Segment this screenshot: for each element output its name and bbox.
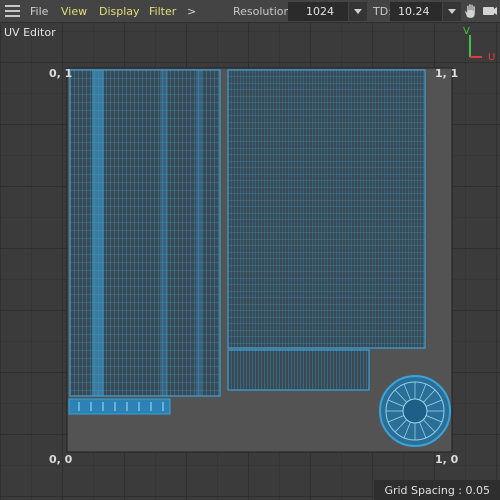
grid-spacing-status: Grid Spacing : 0.05 — [374, 480, 500, 500]
uv-canvas[interactable] — [0, 23, 500, 500]
uv-shell-circular-cap — [379, 375, 451, 447]
td-field[interactable]: 10.24 — [390, 2, 442, 21]
uv-shell-bottom-strip — [227, 349, 370, 391]
corner-label-bottom-left: 0, 0 — [49, 453, 73, 466]
menu-file[interactable]: File — [30, 0, 48, 23]
menu-display[interactable]: Display — [99, 0, 140, 23]
uv-shell-small-strip — [68, 398, 171, 415]
resolution-label: Resolution: — [233, 5, 295, 18]
axis-u-label: U — [488, 52, 496, 63]
axis-v-label: V — [463, 26, 470, 37]
hand-pan-icon[interactable] — [462, 3, 479, 20]
uv-editor-viewport[interactable] — [0, 23, 500, 500]
menu-view[interactable]: View — [61, 0, 87, 23]
td-dropdown[interactable] — [443, 2, 461, 21]
panel-title: UV Editor — [4, 26, 56, 39]
corner-label-top-right: 1, 1 — [435, 67, 459, 80]
uv-shell-left-column — [69, 69, 221, 397]
hamburger-menu-icon[interactable] — [5, 5, 20, 18]
menu-filter[interactable]: Filter — [149, 0, 176, 23]
resolution-dropdown[interactable] — [349, 2, 367, 21]
corner-label-bottom-right: 1, 0 — [435, 453, 459, 466]
resolution-field[interactable]: 1024 — [288, 2, 348, 21]
toolbar: File View Display Filter > Resolution: 1… — [0, 0, 500, 23]
menu-overflow[interactable]: > — [187, 0, 196, 23]
corner-label-top-left: 0, 1 — [49, 67, 73, 80]
camera-tool-icon[interactable] — [482, 4, 498, 19]
chevron-down-icon — [448, 9, 456, 14]
chevron-down-icon — [354, 9, 362, 14]
uv-shell-right-block — [227, 69, 426, 349]
